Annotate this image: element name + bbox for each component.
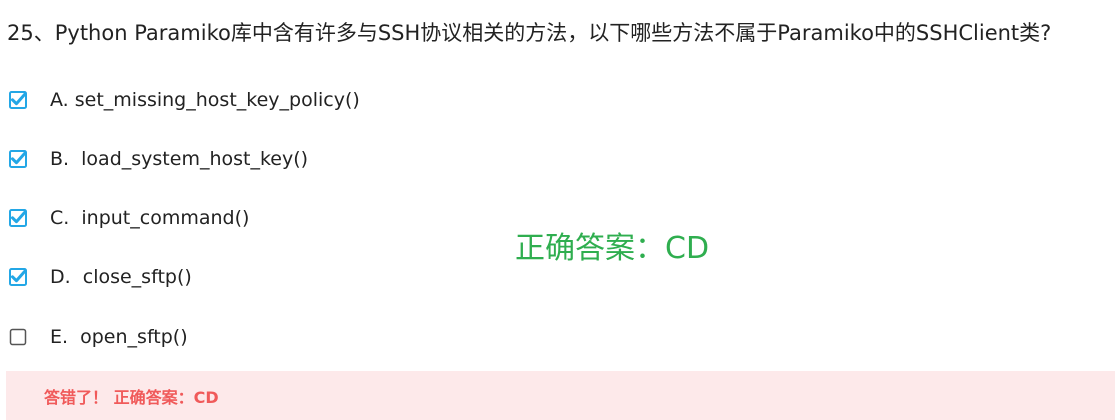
option-label: B. load_system_host_key() (50, 148, 309, 170)
checkbox-checked-icon[interactable] (9, 268, 27, 286)
option-b[interactable]: B. load_system_host_key() (9, 144, 308, 174)
result-text: 答错了！ 正确答案：CD (44, 387, 219, 407)
option-d[interactable]: D. close_sftp() (9, 262, 192, 292)
option-label: E. open_sftp() (50, 326, 188, 348)
correct-answer-overlay: 正确答案：CD (515, 231, 710, 266)
option-label: C. input_command() (50, 207, 250, 229)
option-c[interactable]: C. input_command() (9, 203, 249, 233)
checkbox-checked-icon[interactable] (9, 150, 27, 168)
question-title: 25、Python Paramiko库中含有许多与SSH协议相关的方法，以下哪些… (7, 21, 1052, 45)
option-a[interactable]: A. set_missing_host_key_policy() (9, 85, 360, 115)
quiz-page: 25、Python Paramiko库中含有许多与SSH协议相关的方法，以下哪些… (0, 0, 1115, 420)
option-label: D. close_sftp() (50, 266, 192, 288)
checkbox-unchecked-icon[interactable] (9, 328, 27, 346)
checkbox-checked-icon[interactable] (9, 209, 27, 227)
result-banner: 答错了！ 正确答案：CD (6, 371, 1115, 420)
checkbox-checked-icon[interactable] (9, 91, 27, 109)
option-label: A. set_missing_host_key_policy() (50, 89, 360, 111)
option-e[interactable]: E. open_sftp() (9, 322, 188, 352)
